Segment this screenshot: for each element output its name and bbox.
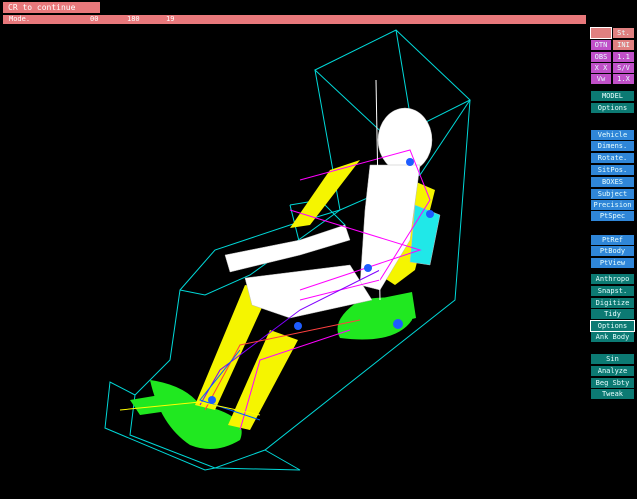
ank-body-button[interactable]: Ank Body [591,332,634,342]
panel-btn-r3b[interactable]: S/V [613,63,634,73]
subject-button[interactable]: Subject [591,189,634,199]
status-mode: Mode. [9,15,31,23]
ptview-button[interactable]: PtView [591,258,634,268]
panel-btn-r2a[interactable]: OBS [591,52,611,62]
precision-button[interactable]: Precision [591,200,634,210]
panel-btn-r0b[interactable]: St. [613,28,634,38]
sitpos-button[interactable]: SitPos. [591,165,634,175]
boxes-button[interactable]: BOXES [591,177,634,187]
anthropo-button[interactable]: Anthropo [591,274,634,284]
continue-button[interactable]: CR to continue [3,2,100,13]
panel-btn-r1a[interactable]: OTN [591,40,611,50]
status-value-2: 180 [127,15,140,23]
snapst-button[interactable]: Snapst. [591,286,634,296]
options-button-2[interactable]: Options [590,320,635,332]
panel-btn-r1b[interactable]: INI [613,40,634,50]
sin-button[interactable]: Sin [591,354,634,364]
rotate-button[interactable]: Rotate. [591,153,634,163]
tidy-button[interactable]: Tidy [591,309,634,319]
panel-btn-r4b[interactable]: 1.X [613,74,634,84]
status-bar: Mode. 00 180 19 [3,15,586,24]
panel-btn-r4a[interactable]: Vw [591,74,611,84]
ptspec-button[interactable]: PtSpec [591,211,634,221]
panel-btn-r0a[interactable] [590,27,612,39]
panel-btn-r2b[interactable]: 1.1 [613,52,634,62]
analyze-button[interactable]: Analyze [591,366,634,376]
vehicle-button[interactable]: Vehicle [591,130,634,140]
status-value-3: 19 [166,15,175,23]
dimens-button[interactable]: Dimens. [591,141,634,151]
digitize-button[interactable]: Digitize [591,298,634,308]
status-value-1: 00 [90,15,99,23]
ptbody-button[interactable]: PtBody [591,246,634,256]
tweak-button[interactable]: Tweak [591,389,634,399]
options-button[interactable]: Options [591,103,634,113]
beg-sbty-button[interactable]: Beg Sbty [591,378,634,388]
3d-viewport[interactable] [0,26,588,498]
panel-btn-r3a[interactable]: X X [591,63,611,73]
ptref-button[interactable]: PtRef [591,235,634,245]
model-button[interactable]: MODEL [591,91,634,101]
